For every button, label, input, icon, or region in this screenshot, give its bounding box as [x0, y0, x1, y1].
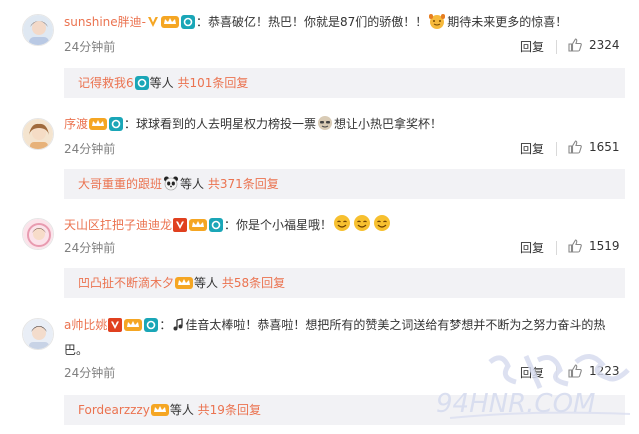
timestamp: 24分钟前 [64, 142, 116, 156]
party-hands-emoji-icon [428, 13, 446, 35]
total-replies-link[interactable]: 共19条回复 [198, 403, 261, 417]
username[interactable]: 序渡 [64, 117, 88, 131]
reply-user-link[interactable]: 大哥重重的跟班 [78, 177, 162, 191]
fan-badge-icon [109, 117, 124, 137]
divider [556, 40, 557, 54]
like-count: 1519 [589, 239, 620, 253]
fan-badge-icon [144, 317, 159, 339]
reply-button[interactable]: 回复 [520, 364, 544, 381]
thumbs-up-icon[interactable] [567, 139, 583, 158]
comment-text-2: 期待未来更多的惊喜！ [447, 15, 568, 29]
verified-v-red-icon [173, 218, 188, 238]
comment-text: 球球看到的人去明星权力榜投一票 [136, 117, 317, 131]
verified-v-icon [147, 15, 159, 35]
username[interactable]: sunshine胖迪- [64, 15, 146, 29]
replies-summary[interactable]: 凹凸扯不断滴木夕 等人 共58条回复 [64, 268, 625, 298]
fan-badge-icon [134, 71, 149, 101]
username[interactable]: 天山区扛把子迪迪龙 [64, 218, 172, 232]
replies-summary[interactable]: Fordearzzzy 等人 共19条回复 [64, 395, 625, 425]
comment-text-2: 想让小热巴拿奖杯！ [334, 117, 443, 131]
vip-crown-icon [175, 271, 194, 301]
like-count: 2324 [589, 38, 620, 52]
replies-summary[interactable]: 记得救我6 等人 共101条回复 [64, 68, 625, 98]
smile-emoji-icon [373, 214, 391, 238]
timestamp: 24分钟前 [64, 366, 116, 380]
smile-emoji-icon [353, 214, 371, 238]
timestamp: 24分钟前 [64, 241, 116, 255]
reply-button[interactable]: 回复 [520, 239, 544, 256]
thumbs-up-icon[interactable] [567, 363, 583, 382]
total-replies-link[interactable]: 共58条回复 [222, 276, 285, 290]
reply-user-link[interactable]: 凹凸扯不断滴木夕 [78, 276, 174, 290]
vip-crown-icon [89, 117, 108, 137]
total-replies-link[interactable]: 共101条回复 [177, 76, 248, 90]
replies-summary[interactable]: 大哥重重的跟班 等人 共371条回复 [64, 169, 625, 199]
avatar[interactable] [22, 118, 54, 150]
sunglasses-emoji-icon [317, 115, 333, 137]
avatar[interactable] [22, 318, 54, 350]
divider [556, 366, 557, 380]
like-count: 1223 [589, 364, 620, 378]
like-count: 1651 [589, 140, 620, 154]
comment-text: 你是个小福星哦！ [236, 218, 333, 232]
reply-button[interactable]: 回复 [520, 140, 544, 157]
thumbs-up-icon[interactable] [567, 238, 583, 257]
total-replies-link[interactable]: 共371条回复 [208, 177, 279, 191]
vip-crown-icon [124, 317, 143, 339]
fan-badge-icon [209, 218, 224, 238]
vip-crown-icon [160, 15, 179, 35]
reply-user-link[interactable]: Fordearzzzy [78, 403, 150, 417]
divider [556, 241, 557, 255]
reply-user-link[interactable]: 记得救我6 [78, 76, 134, 90]
divider [556, 142, 557, 156]
avatar[interactable] [22, 14, 54, 46]
comment-text: 恭喜破亿！热巴！你就是87们的骄傲！！ [208, 15, 428, 29]
reply-button[interactable]: 回复 [520, 38, 544, 55]
smile-emoji-icon [333, 214, 351, 238]
thumbs-up-icon[interactable] [567, 37, 583, 56]
verified-v-red-icon [108, 317, 123, 339]
username[interactable]: a帅比姚 [64, 318, 107, 332]
timestamp: 24分钟前 [64, 40, 116, 54]
avatar[interactable] [22, 218, 54, 250]
fan-badge-icon [180, 15, 195, 35]
music-note-icon [172, 317, 184, 339]
vip-crown-icon [189, 218, 208, 238]
vip-crown-icon [150, 398, 169, 428]
panda-emoji-icon [163, 172, 179, 202]
